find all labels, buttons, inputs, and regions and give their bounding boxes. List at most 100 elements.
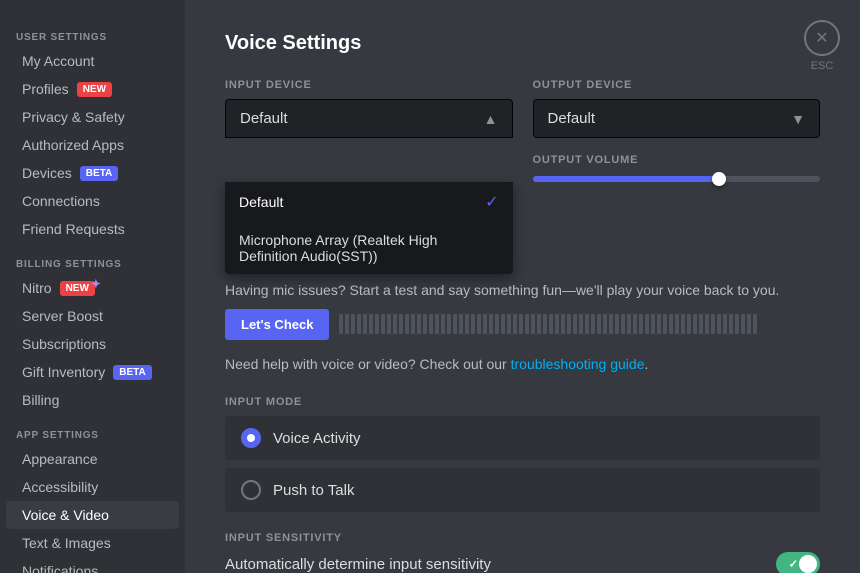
output-volume-label: Output Volume: [533, 154, 821, 166]
input-mode-section: Input Mode Voice Activity Push to Talk: [225, 396, 820, 512]
badge-beta: BETA: [113, 365, 151, 380]
sidebar-item-friend-requests[interactable]: Friend Requests: [6, 215, 179, 243]
mic-bar-segment: [609, 314, 613, 334]
sidebar-item-nitro[interactable]: NitroNEW✦: [6, 274, 179, 302]
radio-push-to-talk[interactable]: Push to Talk: [225, 468, 820, 512]
sidebar-item-label: Connections: [22, 193, 100, 209]
sidebar-item-notifications[interactable]: Notifications: [6, 557, 179, 573]
sidebar-section-user-settings: User Settings: [0, 24, 185, 47]
mic-bar-segment: [699, 314, 703, 334]
input-device-value: Default: [240, 110, 288, 127]
lets-check-button[interactable]: Let's Check: [225, 309, 329, 340]
sidebar-item-label: Accessibility: [22, 479, 98, 495]
sidebar-item-privacy-safety[interactable]: Privacy & Safety: [6, 103, 179, 131]
esc-label: ESC: [811, 60, 834, 72]
mic-test-row: Let's Check: [225, 308, 820, 340]
mic-bar-segment: [531, 314, 535, 334]
output-volume-slider[interactable]: [533, 176, 821, 182]
sidebar-item-text-images[interactable]: Text & Images: [6, 529, 179, 557]
sidebar-item-billing[interactable]: Billing: [6, 386, 179, 414]
output-device-group: Output Device Default ▼ Output Volume: [533, 79, 821, 182]
badge-beta: BETA: [80, 166, 118, 181]
mic-bar-segment: [501, 314, 505, 334]
sidebar-item-accessibility[interactable]: Accessibility: [6, 473, 179, 501]
mic-bar-segment: [477, 314, 481, 334]
mic-bar-segment: [363, 314, 367, 334]
mic-bar-segment: [735, 314, 739, 334]
sidebar-item-voice-video[interactable]: Voice & Video: [6, 501, 179, 529]
mic-bar-segment: [651, 314, 655, 334]
mic-bar-segment: [693, 314, 697, 334]
mic-bar-segment: [351, 314, 355, 334]
dropdown-item-default[interactable]: Default ✓: [225, 182, 513, 222]
sidebar-section-billing-settings: Billing Settings: [0, 251, 185, 274]
sidebar-item-server-boost[interactable]: Server Boost: [6, 302, 179, 330]
esc-button[interactable]: ✕ ESC: [804, 20, 840, 72]
sidebar-item-label: Appearance: [22, 451, 98, 467]
mic-bar-segment: [645, 314, 649, 334]
sidebar-item-label: Friend Requests: [22, 221, 125, 237]
mic-bar-segment: [381, 314, 385, 334]
mic-bar-segment: [621, 314, 625, 334]
sidebar-item-gift-inventory[interactable]: Gift Inventory BETA: [6, 358, 179, 386]
mic-bar-segment: [537, 314, 541, 334]
mic-bar-segment: [675, 314, 679, 334]
input-device-label: Input Device: [225, 79, 513, 91]
mic-bar-segment: [375, 314, 379, 334]
sidebar-item-label: Gift Inventory: [22, 364, 105, 380]
radio-label-push: Push to Talk: [273, 482, 354, 499]
radio-voice-activity[interactable]: Voice Activity: [225, 416, 820, 460]
dropdown-item-microphone[interactable]: Microphone Array (Realtek High Definitio…: [225, 222, 513, 274]
input-device-dropdown: Default ✓ Microphone Array (Realtek High…: [225, 182, 513, 274]
mic-test-text: Having mic issues? Start a test and say …: [225, 282, 820, 298]
auto-sensitivity-toggle[interactable]: ✓: [776, 552, 820, 573]
sidebar-item-authorized-apps[interactable]: Authorized Apps: [6, 131, 179, 159]
radio-label-voice: Voice Activity: [273, 430, 361, 447]
mic-bar-segment: [555, 314, 559, 334]
sidebar-item-label: Notifications: [22, 563, 98, 573]
mic-bar-segment: [585, 314, 589, 334]
slider-fill: [533, 176, 720, 182]
mic-bar-segment: [717, 314, 721, 334]
sidebar-item-label: Profiles: [22, 81, 69, 97]
auto-sensitivity-text: Automatically determine input sensitivit…: [225, 556, 491, 573]
sidebar-item-label: Billing: [22, 392, 59, 408]
mic-bar-segment: [357, 314, 361, 334]
mic-bar-segment: [567, 314, 571, 334]
mic-bar-segment: [489, 314, 493, 334]
mic-bar-segment: [453, 314, 457, 334]
mic-bar-segment: [471, 314, 475, 334]
sidebar-item-label: Devices: [22, 165, 72, 181]
check-icon: ✓: [485, 192, 498, 212]
sidebar-item-appearance[interactable]: Appearance: [6, 445, 179, 473]
mic-bar-segment: [639, 314, 643, 334]
mic-bar-segment: [705, 314, 709, 334]
mic-bar-segment: [465, 314, 469, 334]
mic-bar-segment: [747, 314, 751, 334]
sidebar-item-subscriptions[interactable]: Subscriptions: [6, 330, 179, 358]
troubleshoot-link[interactable]: troubleshooting guide: [511, 356, 645, 372]
sidebar-item-label: Voice & Video: [22, 507, 109, 523]
sidebar-item-my-account[interactable]: My Account: [6, 47, 179, 75]
mic-bar-segment: [447, 314, 451, 334]
sidebar-item-profiles[interactable]: ProfilesNEW: [6, 75, 179, 103]
mic-bar-segment: [441, 314, 445, 334]
mic-test-section: Having mic issues? Start a test and say …: [225, 282, 820, 340]
sidebar-item-connections[interactable]: Connections: [6, 187, 179, 215]
mic-bar-segment: [387, 314, 391, 334]
mic-bar-segment: [687, 314, 691, 334]
badge-new: NEW✦: [60, 281, 95, 296]
device-row: Input Device Default ▲ Default ✓ Microph…: [225, 79, 820, 182]
mic-bar-segment: [627, 314, 631, 334]
output-device-select[interactable]: Default ▼: [533, 99, 821, 138]
sidebar-item-devices[interactable]: Devices BETA: [6, 159, 179, 187]
sidebar-item-label: Authorized Apps: [22, 137, 124, 153]
mic-bar-segment: [543, 314, 547, 334]
mic-bar-segment: [711, 314, 715, 334]
sidebar-item-label: Subscriptions: [22, 336, 106, 352]
mic-bar-segment: [663, 314, 667, 334]
mic-bar-segment: [483, 314, 487, 334]
mic-bars: [339, 308, 820, 340]
input-device-select[interactable]: Default ▲: [225, 99, 513, 138]
sidebar: User SettingsMy AccountProfilesNEWPrivac…: [0, 0, 185, 573]
